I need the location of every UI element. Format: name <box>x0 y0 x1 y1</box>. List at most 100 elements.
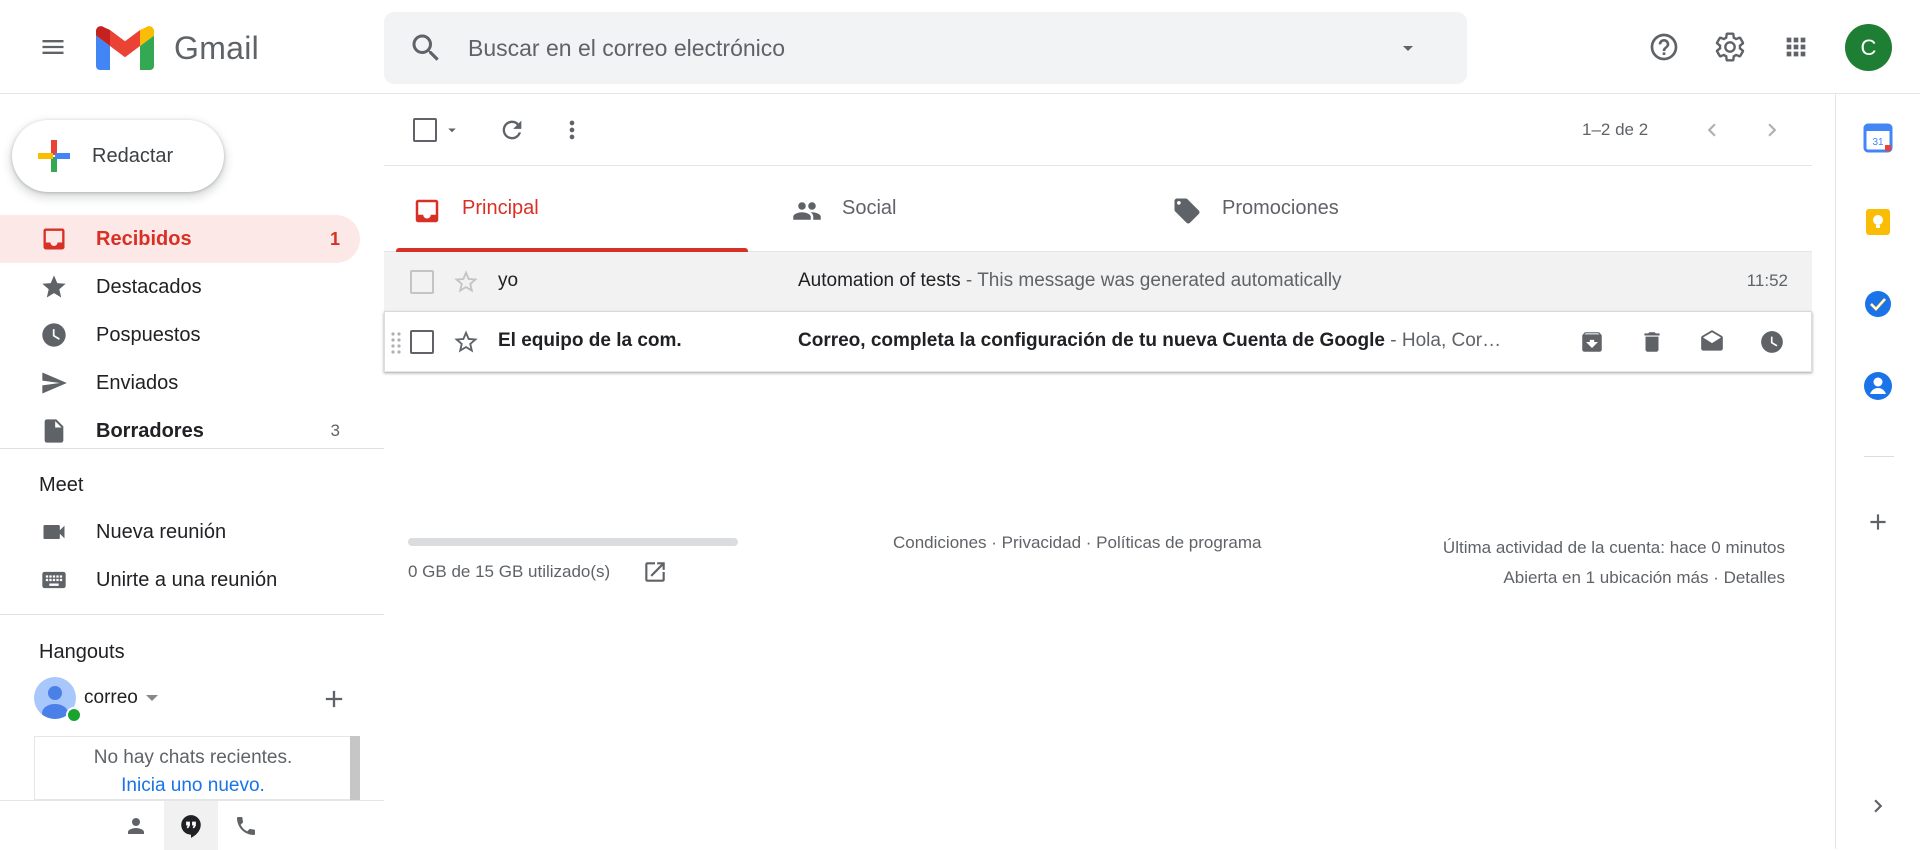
sidebar-item-inbox[interactable]: Recibidos 1 <box>0 215 360 263</box>
sidebar-item-label: Recibidos <box>96 227 192 250</box>
row-checkbox[interactable] <box>410 330 434 354</box>
support-button[interactable] <box>1640 23 1688 71</box>
email-snippet: - This message was generated automatical… <box>960 270 1342 291</box>
checkbox-icon <box>413 118 437 142</box>
settings-button[interactable] <box>1706 23 1754 71</box>
clock-icon <box>42 323 66 347</box>
email-time: 11:52 <box>1746 271 1788 290</box>
get-addons-button[interactable] <box>1858 502 1898 542</box>
main-menu-button[interactable] <box>29 23 77 71</box>
refresh-button[interactable] <box>490 108 534 152</box>
email-subject: Automation of tests <box>798 270 961 291</box>
chevron-right-icon <box>1768 123 1777 137</box>
storage-usage-bar <box>408 538 738 546</box>
more-options-button[interactable] <box>550 108 594 152</box>
older-button[interactable] <box>1750 108 1794 152</box>
row-checkbox[interactable] <box>410 270 434 294</box>
gear-icon <box>1715 32 1745 62</box>
calendar-day: 31 <box>1872 137 1884 148</box>
hangouts-title: Hangouts <box>39 641 125 663</box>
email-subject: Correo, completa la configuración de tu … <box>798 330 1385 351</box>
star-outline-icon[interactable] <box>452 268 480 296</box>
join-meeting-button[interactable]: Unirte a una reunión <box>0 556 360 604</box>
plus-icon <box>38 140 70 172</box>
tab-label: Principal <box>462 197 539 219</box>
snooze-button[interactable] <box>1754 324 1790 360</box>
archive-icon <box>1582 332 1602 352</box>
clock-icon <box>1761 331 1783 353</box>
phone-button[interactable] <box>219 801 273 850</box>
sidebar-item-label: Destacados <box>96 275 202 298</box>
apps-button[interactable] <box>1772 23 1820 71</box>
compose-label: Redactar <box>92 144 174 167</box>
compose-button[interactable]: Redactar <box>12 120 224 192</box>
add-chat-icon[interactable] <box>320 685 348 713</box>
chats-scrollbar[interactable] <box>350 736 360 800</box>
search-options-button[interactable] <box>1384 30 1432 66</box>
mark-as-read-button[interactable] <box>1694 324 1730 360</box>
side-panel: 31 <box>1835 94 1920 849</box>
mail-toolbar: 1–2 de 2 <box>384 94 1812 166</box>
phone-icon <box>237 816 255 835</box>
archive-button[interactable] <box>1574 324 1610 360</box>
keep-button[interactable] <box>1858 202 1898 242</box>
tasks-button[interactable] <box>1858 284 1898 324</box>
newer-button[interactable] <box>1690 108 1734 152</box>
apps-grid-icon <box>1786 37 1806 57</box>
table-row[interactable]: yo Automation of tests - This message wa… <box>384 252 1812 312</box>
online-status-dot <box>66 707 82 723</box>
chevron-left-icon <box>1707 123 1716 137</box>
hangouts-user-row: correo <box>34 677 354 723</box>
account-avatar[interactable]: C <box>1845 24 1892 71</box>
tasks-check-icon <box>1865 291 1891 317</box>
divider <box>1864 456 1894 457</box>
divider <box>0 448 384 449</box>
activity-details-link[interactable]: Abierta en 1 ubicación más · Detalles <box>1443 563 1785 593</box>
tab-label: Social <box>842 197 897 219</box>
table-row[interactable]: El equipo de la com. Correo, completa la… <box>384 312 1812 372</box>
hangouts-user-name[interactable]: correo <box>84 687 138 709</box>
tab-principal[interactable]: Principal <box>384 166 748 252</box>
contacts-button[interactable] <box>109 801 163 850</box>
inbox-icon <box>415 199 439 223</box>
no-chats-text: No hay chats recientes. <box>93 747 293 768</box>
gmail-logo-icon[interactable] <box>96 26 154 70</box>
caret-down-icon <box>1403 46 1413 51</box>
select-all-checkbox[interactable] <box>406 108 468 152</box>
app-name: Gmail <box>174 30 260 66</box>
new-meeting-button[interactable]: Nueva reunión <box>0 508 360 556</box>
search-icon[interactable] <box>408 30 444 66</box>
drag-handle-icon[interactable] <box>390 330 402 354</box>
caret-down-icon[interactable] <box>146 695 158 701</box>
sidebar-item-label: Enviados <box>96 371 179 394</box>
keep-bulb-icon <box>1866 209 1890 235</box>
hangouts-button[interactable] <box>164 801 218 850</box>
open-in-new-icon[interactable] <box>642 559 668 585</box>
unread-count: 1 <box>329 228 340 249</box>
show-side-panel-button[interactable] <box>1858 786 1898 826</box>
calendar-button[interactable]: 31 <box>1858 118 1898 158</box>
search-input[interactable] <box>468 26 1348 70</box>
footer-links[interactable]: Condiciones · Privacidad · Políticas de … <box>893 533 1262 553</box>
trash-icon <box>1644 332 1660 352</box>
email-sender: El equipo de la com. <box>498 330 682 351</box>
tab-social[interactable]: Social <box>764 166 1128 252</box>
sidebar-item-sent[interactable]: Enviados <box>0 359 360 407</box>
help-icon <box>1650 33 1678 61</box>
start-chat-link[interactable]: Inicia uno nuevo. <box>35 775 351 797</box>
draft-count: 3 <box>330 421 340 440</box>
inbox-icon <box>43 228 65 250</box>
storage-text: 0 GB de 15 GB utilizado(s) <box>408 562 611 581</box>
sidebar-item-starred[interactable]: Destacados <box>0 263 360 311</box>
send-icon <box>42 372 67 394</box>
sidebar-item-snoozed[interactable]: Pospuestos <box>0 311 360 359</box>
tab-promociones[interactable]: Promociones <box>1144 166 1508 252</box>
hangouts-icon <box>181 814 201 838</box>
video-camera-icon <box>43 525 65 539</box>
email-snippet: - Hola, Cor… <box>1384 330 1502 351</box>
delete-button[interactable] <box>1634 324 1670 360</box>
star-outline-icon[interactable] <box>452 328 480 356</box>
account-activity: Última actividad de la cuenta: hace 0 mi… <box>1443 533 1785 593</box>
keyboard-icon <box>42 571 66 589</box>
contacts-panel-button[interactable] <box>1858 366 1898 406</box>
